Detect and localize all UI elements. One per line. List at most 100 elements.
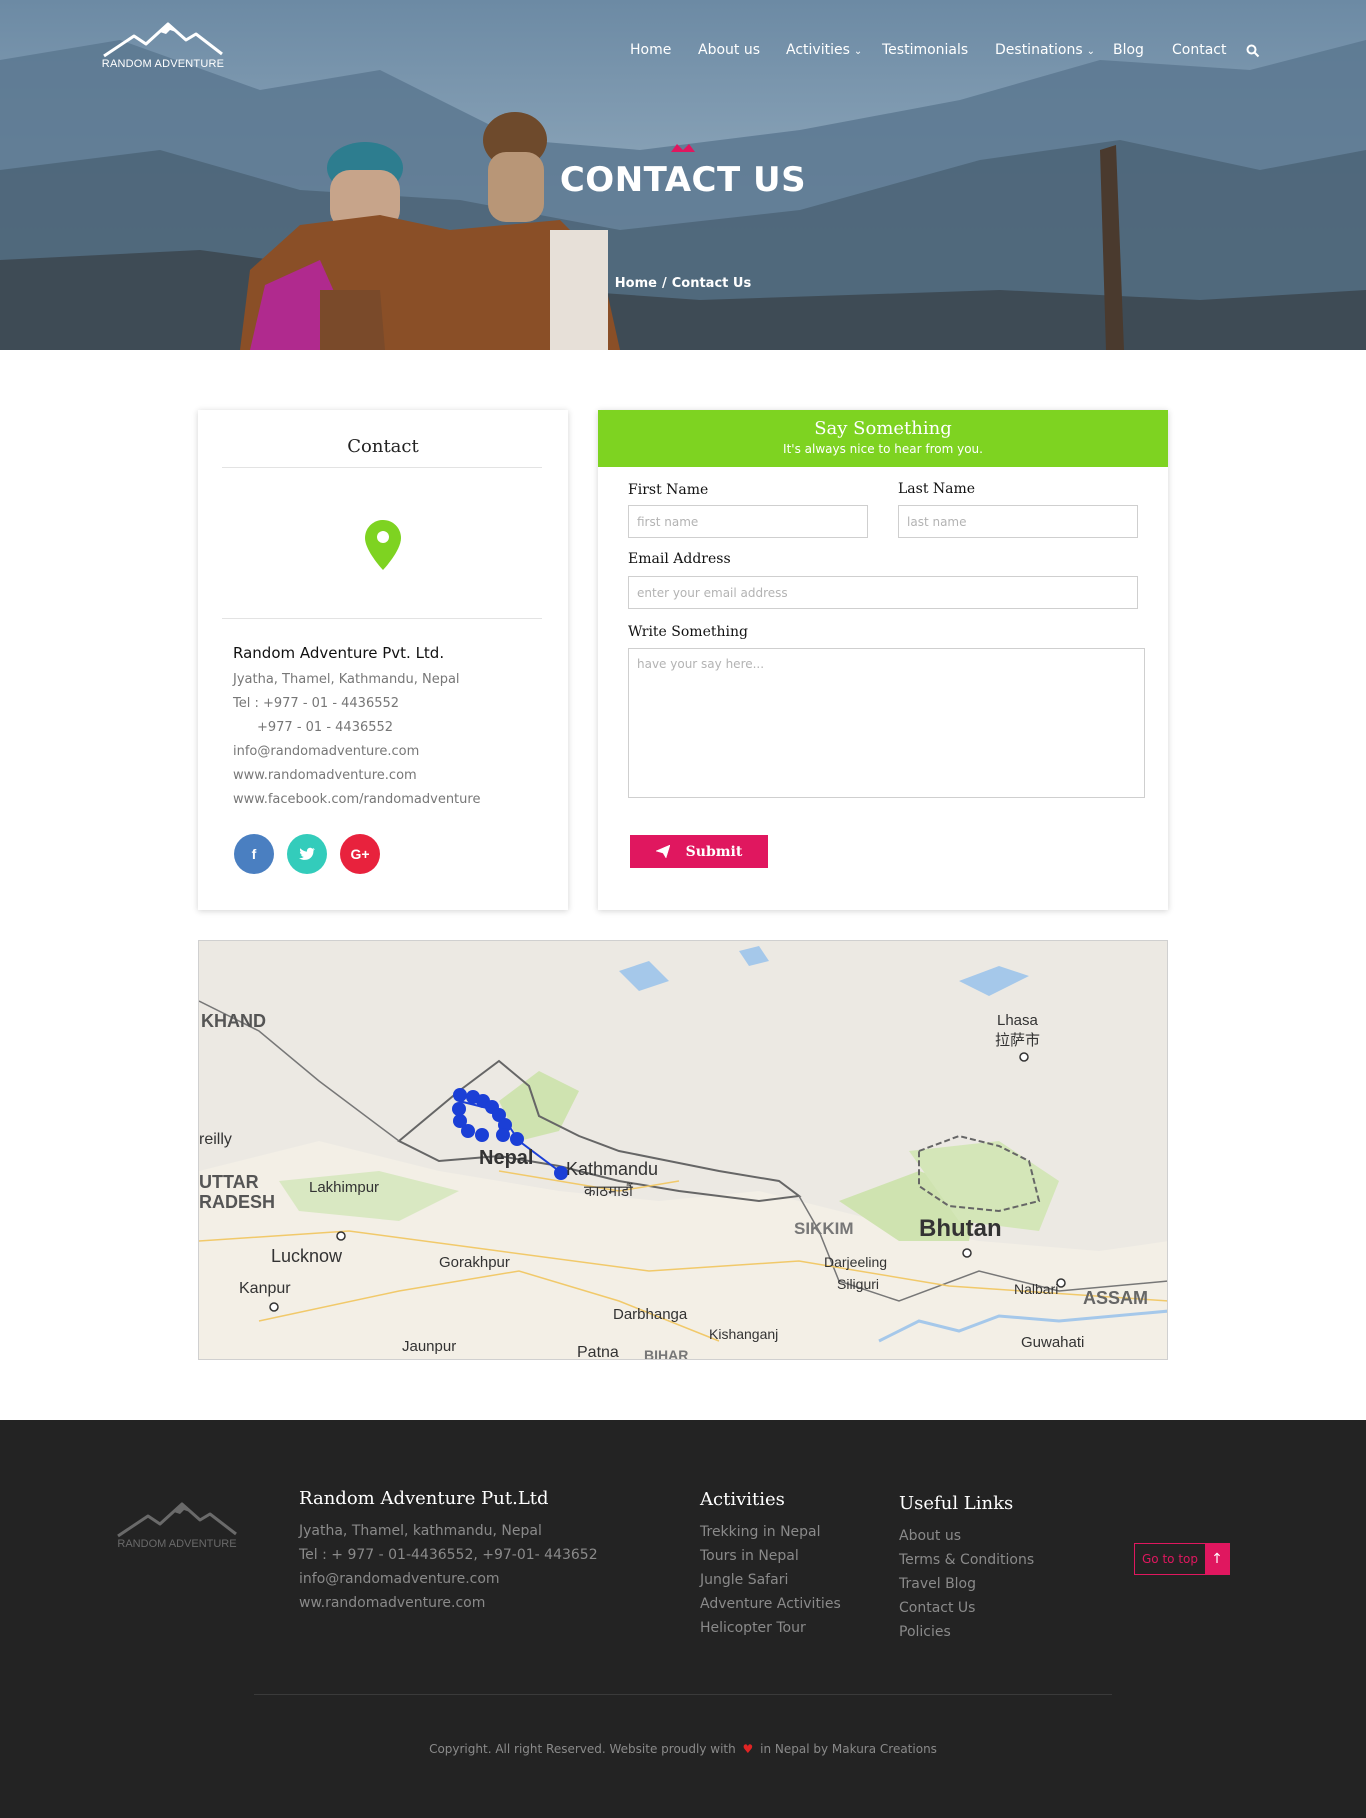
nav-contact[interactable]: Contact	[1172, 42, 1226, 58]
nav-destinations[interactable]: Destinations ⌄	[995, 42, 1095, 58]
hero-banner: RANDOM ADVENTURE Home About us Activitie…	[0, 0, 1366, 350]
logo-text: RANDOM ADVENTURE	[101, 58, 225, 70]
copyright-text-after: in Nepal by Makura Creations	[760, 1742, 937, 1756]
location-map[interactable]: KHAND Lhasa 拉萨市 reilly UTTAR RADESH Lakh…	[198, 940, 1168, 1360]
copyright: Copyright. All right Reserved. Website p…	[0, 1742, 1366, 1756]
footer-activity-link[interactable]: Jungle Safari	[700, 1572, 788, 1588]
heart-icon: ♥	[742, 1742, 754, 1756]
map-label: BIHAR	[644, 1347, 689, 1360]
breadcrumb-separator: /	[661, 276, 667, 291]
footer-phone: Tel : + 977 - 01-4436552, +97-01- 443652	[299, 1547, 598, 1563]
map-label: Guwahati	[1021, 1334, 1085, 1351]
contact-phone: Tel : +977 - 01 - 4436552	[233, 696, 400, 711]
map-label: 拉萨市	[995, 1032, 1041, 1049]
map-label: Gorakhpur	[439, 1254, 510, 1271]
company-name: Random Adventure Pvt. Ltd.	[233, 644, 445, 662]
email-label: Email Address	[628, 551, 731, 567]
divider	[222, 618, 542, 619]
nav-activities[interactable]: Activities ⌄	[786, 42, 862, 58]
map-label: Kishanganj	[709, 1326, 779, 1342]
submit-label: Submit	[685, 843, 743, 860]
location-pin-icon	[365, 520, 401, 570]
map-label: UTTAR	[199, 1172, 259, 1192]
map-label: Lucknow	[271, 1246, 343, 1266]
go-to-top-button[interactable]: Go to top ↑	[1134, 1543, 1230, 1575]
nav-destinations-label: Destinations	[995, 42, 1083, 58]
footer-activity-link[interactable]: Adventure Activities	[700, 1596, 841, 1612]
arrow-up-icon: ↑	[1205, 1544, 1229, 1574]
email-field[interactable]	[628, 576, 1138, 609]
map-label: Kathmandu	[566, 1159, 659, 1179]
nav-testimonials[interactable]: Testimonials	[882, 42, 968, 58]
site-logo[interactable]: RANDOM ADVENTURE	[100, 20, 226, 76]
footer-useful-link[interactable]: Policies	[899, 1624, 951, 1640]
nav-activities-label: Activities	[786, 42, 850, 58]
map-label: Jaunpur	[402, 1338, 457, 1355]
contact-facebook[interactable]: www.facebook.com/randomadventure	[233, 792, 480, 807]
map-label: SIKKIM	[794, 1219, 854, 1238]
nav-home[interactable]: Home	[630, 42, 671, 58]
google-plus-icon[interactable]: G+	[340, 834, 380, 874]
breadcrumb-current: Contact Us	[671, 276, 752, 291]
search-icon[interactable]	[1246, 44, 1260, 58]
breadcrumb: Home / Contact Us	[483, 276, 883, 291]
map-label: Siliguri	[837, 1276, 880, 1292]
copyright-text-before: Copyright. All right Reserved. Website p…	[429, 1742, 736, 1756]
last-name-field[interactable]	[898, 505, 1138, 538]
contact-email[interactable]: info@randomadventure.com	[233, 744, 419, 759]
nav-about-us[interactable]: About us	[698, 42, 760, 58]
contact-form-card: Say Something It's always nice to hear f…	[598, 410, 1168, 910]
contact-address: Jyatha, Thamel, Kathmandu, Nepal	[233, 672, 460, 687]
map-label: Darjeeling	[824, 1254, 888, 1270]
last-name-label: Last Name	[898, 481, 976, 497]
map-label: Patna	[577, 1344, 619, 1360]
message-label: Write Something	[628, 624, 748, 640]
first-name-field[interactable]	[628, 505, 868, 538]
form-subtitle: It's always nice to hear from you.	[783, 442, 983, 456]
footer-email[interactable]: info@randomadventure.com	[299, 1571, 500, 1587]
footer-useful-link[interactable]: Terms & Conditions	[899, 1552, 1034, 1568]
message-field[interactable]	[628, 648, 1145, 798]
title-accent-icon	[671, 144, 695, 152]
footer-logo[interactable]: RANDOM ADVENTURE	[114, 1500, 240, 1556]
chevron-down-icon: ⌄	[853, 46, 863, 57]
footer-links-heading: Useful Links	[899, 1493, 1014, 1514]
contact-phone-secondary: +977 - 01 - 4436552	[257, 720, 394, 735]
breadcrumb-home[interactable]: Home	[615, 276, 657, 291]
contact-heading: Contact	[347, 436, 419, 457]
map-label: Kanpur	[239, 1280, 291, 1297]
footer-useful-link[interactable]: About us	[899, 1528, 961, 1544]
twitter-bird-icon	[299, 847, 315, 860]
footer-activity-link[interactable]: Trekking in Nepal	[700, 1524, 821, 1540]
submit-button[interactable]: Submit	[630, 835, 768, 868]
footer-useful-link[interactable]: Contact Us	[899, 1600, 975, 1616]
form-header: Say Something It's always nice to hear f…	[598, 410, 1168, 467]
map-label: Lakhimpur	[309, 1179, 380, 1196]
first-name-label: First Name	[628, 482, 709, 498]
map-label: RADESH	[199, 1192, 276, 1212]
contact-card: Contact Random Adventure Pvt. Ltd. Jyath…	[198, 410, 568, 910]
footer-website[interactable]: ww.randomadventure.com	[299, 1595, 485, 1611]
map-label: Nepal	[479, 1147, 534, 1169]
nav-blog[interactable]: Blog	[1113, 42, 1144, 58]
paper-plane-icon	[655, 845, 670, 858]
footer-logo-text: RANDOM ADVENTURE	[117, 1538, 237, 1550]
map-label: Bhutan	[919, 1215, 1002, 1242]
map-label: Nalbari	[1014, 1281, 1059, 1297]
mountain-logo-icon	[103, 22, 223, 58]
footer-activities-heading: Activities	[700, 1489, 785, 1510]
facebook-icon[interactable]: f	[234, 834, 274, 874]
chevron-down-icon: ⌄	[1086, 46, 1096, 57]
contact-website[interactable]: www.randomadventure.com	[233, 768, 417, 783]
site-footer: RANDOM ADVENTURE Random Adventure Put.Lt…	[0, 1420, 1366, 1818]
footer-useful-link[interactable]: Travel Blog	[899, 1576, 976, 1592]
page-title: CONTACT US	[559, 160, 807, 200]
mountain-logo-icon	[117, 1502, 237, 1538]
twitter-icon[interactable]	[287, 834, 327, 874]
footer-activity-link[interactable]: Tours in Nepal	[700, 1548, 799, 1564]
map-label: reilly	[199, 1131, 232, 1148]
footer-address: Jyatha, Thamel, kathmandu, Nepal	[299, 1523, 542, 1539]
footer-activity-link[interactable]: Helicopter Tour	[700, 1620, 806, 1636]
map-label: Darbhanga	[613, 1306, 688, 1323]
map-label: KHAND	[201, 1011, 266, 1031]
